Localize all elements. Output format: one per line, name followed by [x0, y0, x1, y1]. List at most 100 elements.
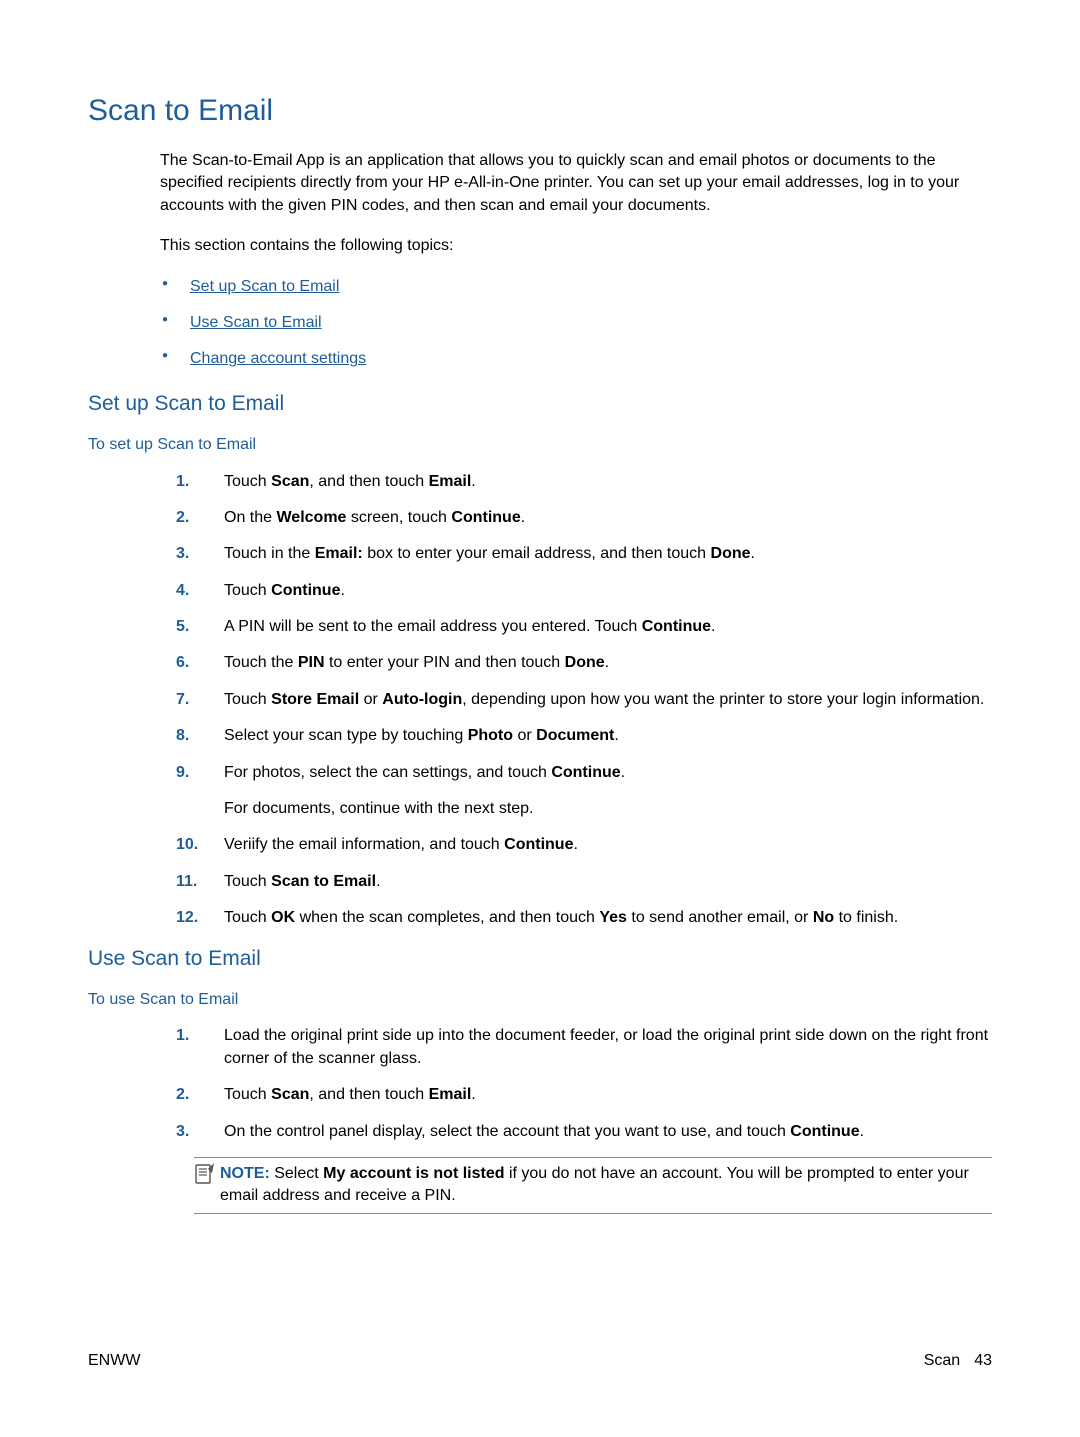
step-text: On the control panel display, select the… [224, 1123, 790, 1140]
use-scan-link[interactable]: Use Scan to Email [190, 314, 322, 331]
footer-left: ENWW [88, 1350, 140, 1372]
ui-term: Scan [271, 1086, 309, 1103]
ui-term: Done [565, 654, 605, 671]
setup-subheading: To set up Scan to Email [88, 434, 992, 456]
ui-term: OK [271, 909, 295, 926]
step-text: or [359, 691, 382, 708]
list-item: 10. Veriify the email information, and t… [162, 834, 992, 856]
topic-item: Change account settings [160, 348, 992, 370]
change-settings-link[interactable]: Change account settings [190, 350, 366, 367]
ui-term: Email: [315, 545, 363, 562]
step-text: , and then touch [309, 473, 428, 490]
ui-term: Continue [504, 836, 573, 853]
list-item: 11. Touch Scan to Email. [162, 871, 992, 893]
step-text: or [513, 727, 536, 744]
list-item: 6. Touch the PIN to enter your PIN and t… [162, 652, 992, 674]
use-subheading: To use Scan to Email [88, 989, 992, 1011]
ui-term: Yes [599, 909, 627, 926]
step-text: Touch the [224, 654, 298, 671]
setup-scan-link[interactable]: Set up Scan to Email [190, 278, 339, 295]
ui-term: Auto-login [382, 691, 462, 708]
setup-steps: 1. Touch Scan, and then touch Email. 2. … [162, 471, 992, 930]
ui-term: Continue [642, 618, 711, 635]
ui-term: Document [536, 727, 614, 744]
step-text: On the [224, 509, 276, 526]
step-text: . [471, 473, 475, 490]
intro-paragraph: The Scan-to-Email App is an application … [160, 150, 992, 217]
ui-term: Store Email [271, 691, 359, 708]
page-footer: ENWW Scan43 [88, 1350, 992, 1372]
topic-item: Use Scan to Email [160, 312, 992, 334]
topics-list: Set up Scan to Email Use Scan to Email C… [160, 276, 992, 371]
step-text: Veriify the email information, and touch [224, 836, 504, 853]
ui-term: Email [429, 1086, 472, 1103]
ui-term: Continue [790, 1123, 859, 1140]
ui-term: Scan to Email [271, 873, 376, 890]
step-text: box to enter your email address, and the… [363, 545, 711, 562]
list-item: 1. Load the original print side up into … [162, 1025, 992, 1070]
step-text: Touch [224, 909, 271, 926]
footer-section: Scan [924, 1352, 960, 1369]
step-text: . [521, 509, 525, 526]
step-text: . [621, 764, 625, 781]
step-text: Touch in the [224, 545, 315, 562]
step-text: . [614, 727, 618, 744]
step-text: , depending upon how you want the printe… [462, 691, 984, 708]
use-steps: 1. Load the original print side up into … [162, 1025, 992, 1143]
step-text: For photos, select the can settings, and… [224, 764, 551, 781]
ui-term: Continue [271, 582, 340, 599]
step-text: Touch [224, 691, 271, 708]
list-item: 3. On the control panel display, select … [162, 1121, 992, 1143]
step-text: when the scan completes, and then touch [295, 909, 599, 926]
step-text: to send another email, or [627, 909, 813, 926]
step-text: A PIN will be sent to the email address … [224, 618, 642, 635]
ui-term: Continue [451, 509, 520, 526]
step-text: Touch [224, 582, 271, 599]
list-item: 5. A PIN will be sent to the email addre… [162, 616, 992, 638]
step-subtext: For documents, continue with the next st… [224, 798, 992, 820]
page-title: Scan to Email [88, 90, 992, 132]
note-icon [194, 1163, 214, 1192]
ui-term: Photo [468, 727, 513, 744]
step-text: screen, touch [346, 509, 451, 526]
step-text: , and then touch [309, 1086, 428, 1103]
step-text: . [751, 545, 755, 562]
step-text: Touch [224, 873, 271, 890]
step-text: Touch [224, 1086, 271, 1103]
ui-term: Scan [271, 473, 309, 490]
list-item: 12. Touch OK when the scan completes, an… [162, 907, 992, 929]
ui-term: Welcome [276, 509, 346, 526]
step-text: to enter your PIN and then touch [325, 654, 565, 671]
note-box: NOTE: Select My account is not listed if… [194, 1157, 992, 1214]
step-text: Load the original print side up into the… [224, 1027, 988, 1066]
ui-term: No [813, 909, 834, 926]
setup-heading: Set up Scan to Email [88, 389, 992, 418]
step-text: . [860, 1123, 864, 1140]
ui-term: PIN [298, 654, 325, 671]
list-item: 9. For photos, select the can settings, … [162, 762, 992, 821]
ui-term: My account is not listed [323, 1165, 504, 1182]
list-item: 2. Touch Scan, and then touch Email. [162, 1084, 992, 1106]
footer-right: Scan43 [924, 1350, 992, 1372]
ui-term: Continue [551, 764, 620, 781]
topic-item: Set up Scan to Email [160, 276, 992, 298]
use-heading: Use Scan to Email [88, 944, 992, 973]
step-text: to finish. [834, 909, 898, 926]
list-item: 7. Touch Store Email or Auto-login, depe… [162, 689, 992, 711]
list-item: 2. On the Welcome screen, touch Continue… [162, 507, 992, 529]
list-item: 8. Select your scan type by touching Pho… [162, 725, 992, 747]
step-text: Touch [224, 473, 271, 490]
note-label: NOTE: [220, 1165, 270, 1182]
step-text: . [340, 582, 344, 599]
list-item: 1. Touch Scan, and then touch Email. [162, 471, 992, 493]
note-text: Select [270, 1165, 323, 1182]
step-text: . [605, 654, 609, 671]
list-item: 4. Touch Continue. [162, 580, 992, 602]
step-text: . [376, 873, 380, 890]
step-text: . [573, 836, 577, 853]
ui-term: Email [429, 473, 472, 490]
step-text: . [711, 618, 715, 635]
list-item: 3. Touch in the Email: box to enter your… [162, 543, 992, 565]
ui-term: Done [711, 545, 751, 562]
step-text: Select your scan type by touching [224, 727, 468, 744]
